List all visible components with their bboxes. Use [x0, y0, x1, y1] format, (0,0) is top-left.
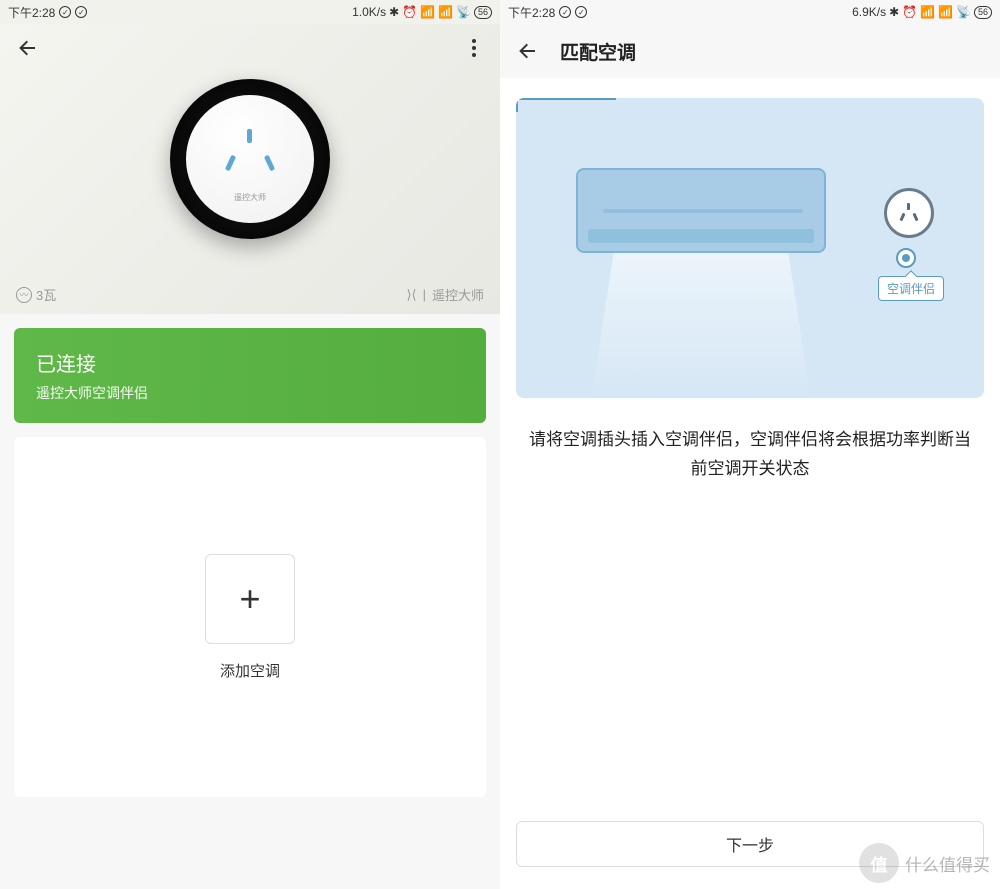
signal-icon-2: 📶 [438, 5, 453, 19]
back-button[interactable] [16, 36, 40, 60]
wifi-icon: 📡 [456, 5, 471, 19]
sync-icon-1: ✓ [59, 6, 71, 18]
add-device-card: + 添加空调 [14, 437, 486, 797]
battery-level: 56 [974, 6, 992, 19]
alarm-icon: ⏰ [402, 5, 417, 19]
connected-title: 已连接 [36, 348, 464, 377]
brand-label: ⟩⟨ | 遥控大师 [406, 285, 484, 304]
pairing-illustration: 空调伴侣 [516, 98, 984, 398]
nav-bar: 匹配空调 [500, 24, 1000, 78]
device-product-image: 遥控大师 [170, 79, 330, 239]
watermark-text: 什么值得买 [905, 851, 990, 876]
connection-dot [896, 248, 916, 268]
watermark: 值 什么值得买 [859, 843, 990, 883]
companion-plug-graphic [884, 188, 934, 238]
device-brand-small: 遥控大师 [186, 192, 314, 203]
status-time: 下午2:28 [8, 4, 55, 21]
screen-device-home: 下午2:28 ✓ ✓ 1.0K/s ✱ ⏰ 📶 📶 📡 56 [0, 0, 500, 889]
ac-unit-graphic [576, 168, 826, 253]
connected-status-card[interactable]: 已连接 遥控大师空调伴侣 [14, 328, 486, 423]
status-bar: 下午2:28 ✓ ✓ 6.9K/s ✱ ⏰ 📶 📶 📡 56 [500, 0, 1000, 24]
bluetooth-icon: ✱ [389, 5, 399, 19]
network-speed: 1.0K/s [352, 5, 386, 19]
sync-icon-1: ✓ [559, 6, 571, 18]
sync-icon-2: ✓ [75, 6, 87, 18]
bluetooth-icon: ✱ [889, 5, 899, 19]
pulse-icon: 〰 [16, 287, 32, 303]
power-reading: 〰 3瓦 [16, 285, 56, 304]
watermark-icon: 值 [859, 843, 899, 883]
connected-subtitle: 遥控大师空调伴侣 [36, 383, 464, 403]
companion-tag: 空调伴侣 [878, 276, 944, 301]
add-ac-label: 添加空调 [220, 660, 280, 681]
device-header: 遥控大师 〰 3瓦 ⟩⟨ | 遥控大师 [0, 24, 500, 314]
wifi-icon: 📡 [956, 5, 971, 19]
screen1-body: 已连接 遥控大师空调伴侣 + 添加空调 [0, 314, 500, 889]
signal-icon-2: 📶 [938, 5, 953, 19]
screen-pair-ac: 下午2:28 ✓ ✓ 6.9K/s ✱ ⏰ 📶 📶 📡 56 匹配空调 [500, 0, 1000, 889]
status-time: 下午2:28 [508, 4, 555, 21]
alarm-icon: ⏰ [902, 5, 917, 19]
sync-icon-2: ✓ [575, 6, 587, 18]
status-bar: 下午2:28 ✓ ✓ 1.0K/s ✱ ⏰ 📶 📶 📡 56 [0, 0, 500, 24]
plus-icon: + [239, 578, 260, 620]
signal-icon: 📶 [420, 5, 435, 19]
network-speed: 6.9K/s [852, 5, 886, 19]
signal-icon: 📶 [920, 5, 935, 19]
back-button[interactable] [516, 39, 540, 63]
brand-icon: ⟩⟨ [406, 287, 416, 303]
instruction-text: 请将空调插头插入空调伴侣，空调伴侣将会根据功率判断当前空调开关状态 [524, 426, 976, 484]
battery-level: 56 [474, 6, 492, 19]
more-menu-button[interactable] [464, 31, 484, 65]
add-ac-button[interactable]: + [205, 554, 295, 644]
page-title: 匹配空调 [560, 38, 636, 65]
